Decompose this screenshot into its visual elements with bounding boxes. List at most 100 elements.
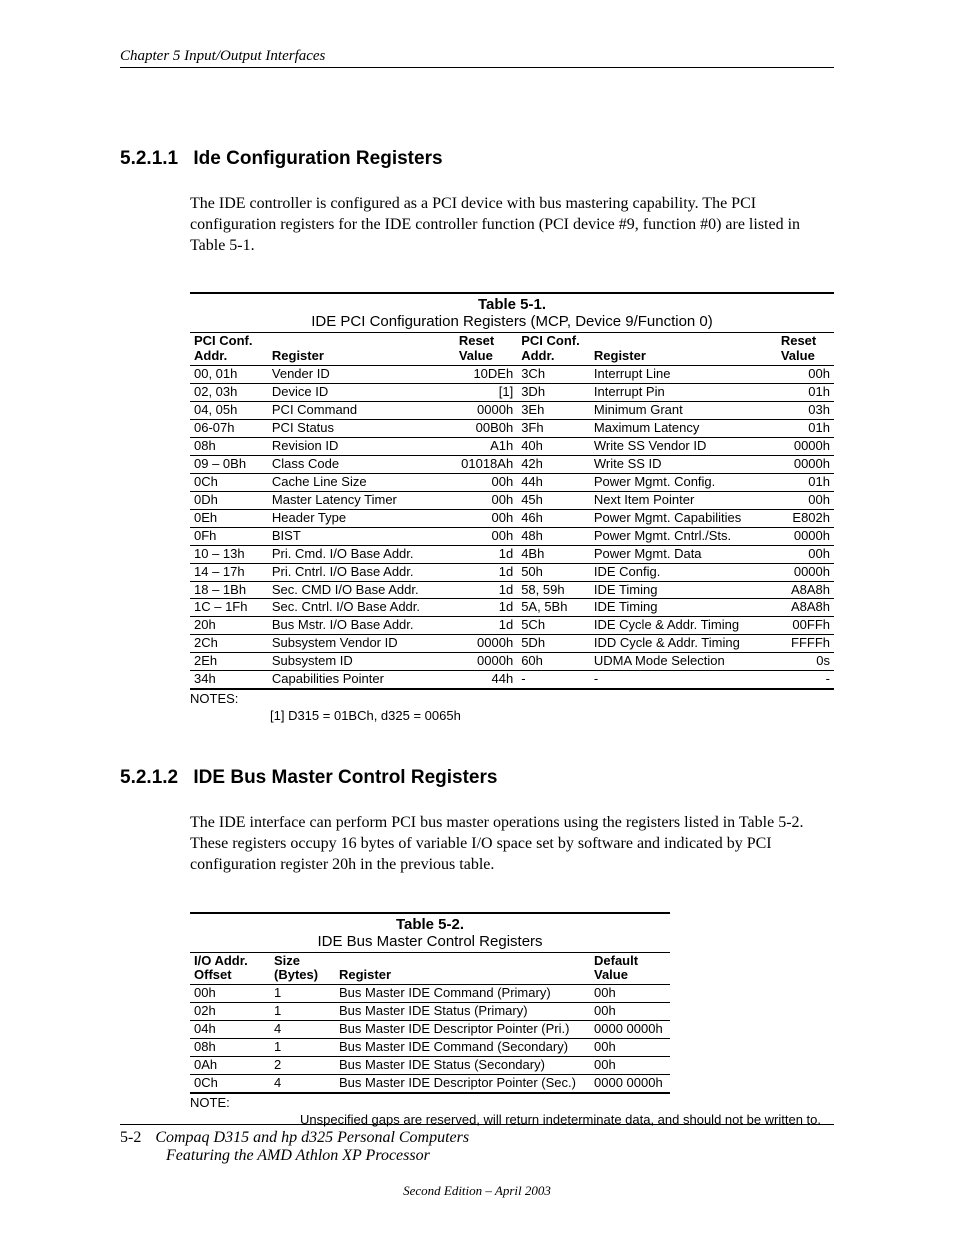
table-cell: 00h bbox=[455, 527, 517, 545]
table-cell: 00FFh bbox=[777, 617, 834, 635]
t1-head-reg2: Register bbox=[590, 333, 777, 366]
t1-head-reg1: Register bbox=[268, 333, 455, 366]
table-cell: 0Ch bbox=[190, 1075, 270, 1093]
table-cell: 0000h bbox=[777, 563, 834, 581]
table-cell: 0Eh bbox=[190, 509, 268, 527]
table-cell: 3Dh bbox=[517, 384, 590, 402]
table-cell: 0000h bbox=[777, 527, 834, 545]
table-cell: 0Ch bbox=[190, 473, 268, 491]
table-cell: 40h bbox=[517, 438, 590, 456]
table2-notes-label: NOTE: bbox=[190, 1095, 834, 1110]
footer-edition: Second Edition – April 2003 bbox=[120, 1183, 834, 1199]
table-cell: 1 bbox=[270, 985, 335, 1003]
section-title: IDE Bus Master Control Registers bbox=[193, 767, 497, 788]
table-cell: 1 bbox=[270, 1003, 335, 1021]
section-heading-2: 5.2.1.2 IDE Bus Master Control Registers bbox=[120, 767, 834, 789]
table-cell: 0s bbox=[777, 653, 834, 671]
table-cell: Power Mgmt. Cntrl./Sts. bbox=[590, 527, 777, 545]
table-cell: Next Item Pointer bbox=[590, 491, 777, 509]
table-cell: 5A, 5Bh bbox=[517, 599, 590, 617]
table-cell: 01h bbox=[777, 420, 834, 438]
table-cell: Bus Master IDE Command (Secondary) bbox=[335, 1039, 590, 1057]
table-cell: 00h bbox=[455, 473, 517, 491]
table-cell: 04h bbox=[190, 1021, 270, 1039]
table-cell: 44h bbox=[455, 671, 517, 689]
table-cell: PCI Command bbox=[268, 402, 455, 420]
table-cell: Maximum Latency bbox=[590, 420, 777, 438]
table-cell: 60h bbox=[517, 653, 590, 671]
table-cell: Bus Master IDE Command (Primary) bbox=[335, 985, 590, 1003]
table-row: 04, 05hPCI Command0000h3EhMinimum Grant0… bbox=[190, 402, 834, 420]
table-cell: UDMA Mode Selection bbox=[590, 653, 777, 671]
table-cell: Power Mgmt. Config. bbox=[590, 473, 777, 491]
table-cell: [1] bbox=[455, 384, 517, 402]
table-cell: 3Eh bbox=[517, 402, 590, 420]
table-cell: PCI Status bbox=[268, 420, 455, 438]
table-cell: 0000 0000h bbox=[590, 1075, 670, 1093]
section-title: Ide Configuration Registers bbox=[193, 148, 442, 169]
table-row: 0Ah2Bus Master IDE Status (Secondary)00h bbox=[190, 1057, 670, 1075]
table-cell: 0000h bbox=[455, 653, 517, 671]
footer-title-2: Featuring the AMD Athlon XP Processor bbox=[120, 1147, 834, 1165]
table-cell: - bbox=[590, 671, 777, 689]
table-cell: 1d bbox=[455, 563, 517, 581]
table2-title: IDE Bus Master Control Registers bbox=[190, 933, 670, 952]
table-cell: Revision ID bbox=[268, 438, 455, 456]
table-cell: 06-07h bbox=[190, 420, 268, 438]
table-row: 20hBus Mstr. I/O Base Addr.1d5ChIDE Cycl… bbox=[190, 617, 834, 635]
table1-caption: Table 5-1. bbox=[190, 294, 834, 313]
table-cell: 2 bbox=[270, 1057, 335, 1075]
table-row: 18 – 1BhSec. CMD I/O Base Addr.1d58, 59h… bbox=[190, 581, 834, 599]
table-cell: 00h bbox=[590, 1039, 670, 1057]
table-cell: Write SS Vendor ID bbox=[590, 438, 777, 456]
table-row: 02, 03hDevice ID[1]3DhInterrupt Pin01h bbox=[190, 384, 834, 402]
table-cell: 0Ah bbox=[190, 1057, 270, 1075]
section2-paragraph: The IDE interface can perform PCI bus ma… bbox=[190, 813, 830, 875]
table-cell: Power Mgmt. Capabilities bbox=[590, 509, 777, 527]
table-cell: Cache Line Size bbox=[268, 473, 455, 491]
section1-paragraph: The IDE controller is configured as a PC… bbox=[190, 194, 830, 256]
table1-notes-body: [1] D315 = 01BCh, d325 = 0065h bbox=[270, 708, 834, 723]
table2-caption: Table 5-2. bbox=[190, 914, 670, 933]
table-row: 14 – 17hPri. Cntrl. I/O Base Addr.1d50hI… bbox=[190, 563, 834, 581]
table-cell: 00h bbox=[590, 1003, 670, 1021]
table-row: 00, 01hVender ID10DEh3ChInterrupt Line00… bbox=[190, 366, 834, 384]
table-cell: 0000h bbox=[455, 635, 517, 653]
table-cell: 00, 01h bbox=[190, 366, 268, 384]
table-cell: Capabilities Pointer bbox=[268, 671, 455, 689]
table-cell: 3Ch bbox=[517, 366, 590, 384]
table-cell: 48h bbox=[517, 527, 590, 545]
table-cell: Interrupt Line bbox=[590, 366, 777, 384]
section-number: 5.2.1.2 bbox=[120, 767, 178, 788]
table-cell: Power Mgmt. Data bbox=[590, 545, 777, 563]
table-cell: Interrupt Pin bbox=[590, 384, 777, 402]
table-cell: 00h bbox=[590, 1057, 670, 1075]
table-cell: 1d bbox=[455, 599, 517, 617]
table-row: 0Ch4Bus Master IDE Descriptor Pointer (S… bbox=[190, 1075, 670, 1093]
table-cell: 4Bh bbox=[517, 545, 590, 563]
table-cell: 00h bbox=[455, 509, 517, 527]
table-cell: 08h bbox=[190, 1039, 270, 1057]
table-cell: 3Fh bbox=[517, 420, 590, 438]
table-cell: A1h bbox=[455, 438, 517, 456]
table-cell: A8A8h bbox=[777, 581, 834, 599]
table-cell: 00h bbox=[777, 545, 834, 563]
table-cell: 00h bbox=[590, 985, 670, 1003]
t1-head-reset2: ResetValue bbox=[777, 333, 834, 366]
table-cell: 10 – 13h bbox=[190, 545, 268, 563]
table-cell: 02, 03h bbox=[190, 384, 268, 402]
table-cell: Subsystem Vendor ID bbox=[268, 635, 455, 653]
table-cell: Master Latency Timer bbox=[268, 491, 455, 509]
t1-head-addr1: PCI Conf.Addr. bbox=[190, 333, 268, 366]
table-cell: Device ID bbox=[268, 384, 455, 402]
table-cell: Write SS ID bbox=[590, 455, 777, 473]
table-cell: FFFFh bbox=[777, 635, 834, 653]
table-cell: 10DEh bbox=[455, 366, 517, 384]
page-number: 5-2 bbox=[120, 1129, 141, 1146]
t2-head-default: DefaultValue bbox=[590, 952, 670, 985]
table-cell: 34h bbox=[190, 671, 268, 689]
table-cell: 00B0h bbox=[455, 420, 517, 438]
table-cell: 1d bbox=[455, 617, 517, 635]
table-row: 04h4Bus Master IDE Descriptor Pointer (P… bbox=[190, 1021, 670, 1039]
table-cell: A8A8h bbox=[777, 599, 834, 617]
